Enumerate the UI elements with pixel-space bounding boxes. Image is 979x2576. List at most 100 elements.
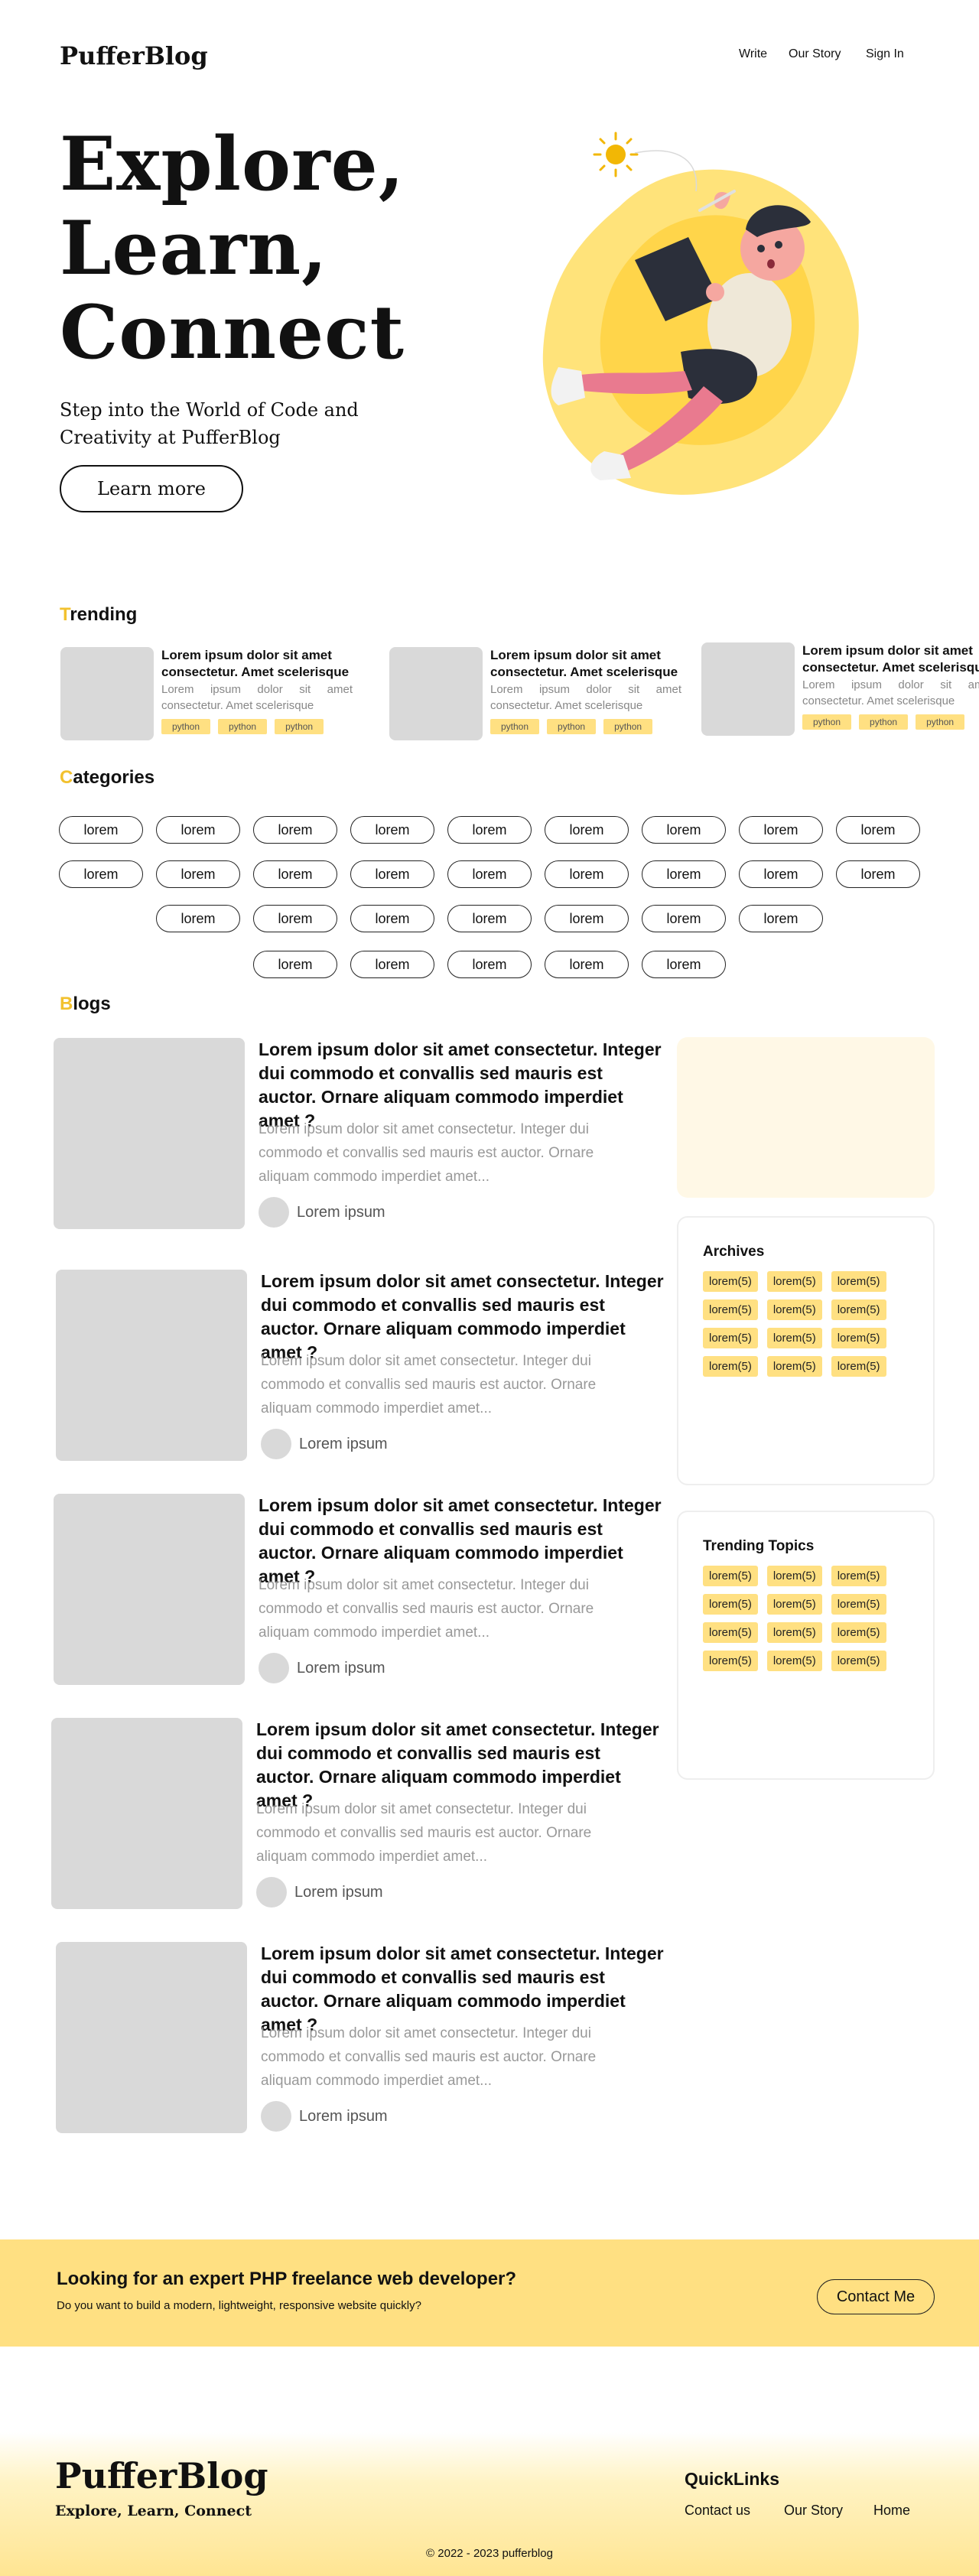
category-pill[interactable]: lorem: [253, 951, 337, 978]
archives-panel: Archives lorem(5) lorem(5) lorem(5) lore…: [677, 1216, 935, 1485]
category-pill[interactable]: lorem: [545, 905, 629, 932]
category-pill[interactable]: lorem: [59, 860, 143, 888]
topic-tag[interactable]: lorem(5): [831, 1566, 886, 1586]
tag-python[interactable]: python: [802, 714, 852, 730]
blog-thumbnail: [54, 1494, 245, 1685]
tag-python[interactable]: python: [916, 714, 965, 730]
blog-author[interactable]: Lorem ipsum: [259, 1197, 385, 1228]
category-pill[interactable]: lorem: [836, 860, 920, 888]
blog-thumbnail: [56, 1270, 247, 1461]
archive-tag[interactable]: lorem(5): [703, 1299, 758, 1320]
nav-write[interactable]: Write: [739, 47, 767, 61]
topic-tag[interactable]: lorem(5): [831, 1594, 886, 1615]
category-pill[interactable]: lorem: [642, 905, 726, 932]
category-pill[interactable]: lorem: [59, 816, 143, 844]
tag-python[interactable]: python: [859, 714, 909, 730]
archive-tag[interactable]: lorem(5): [831, 1356, 886, 1377]
archive-tag[interactable]: lorem(5): [703, 1328, 758, 1348]
category-pill[interactable]: lorem: [156, 860, 240, 888]
category-pill[interactable]: lorem: [156, 816, 240, 844]
hero-title-line: Connect: [60, 289, 405, 376]
trending-tags: python python python: [161, 719, 324, 734]
category-pill[interactable]: lorem: [642, 816, 726, 844]
site-logo[interactable]: PufferBlog: [60, 41, 208, 70]
category-pill[interactable]: lorem: [253, 860, 337, 888]
category-pill[interactable]: lorem: [156, 905, 240, 932]
archive-tag[interactable]: lorem(5): [831, 1299, 886, 1320]
archive-tag[interactable]: lorem(5): [703, 1271, 758, 1292]
trending-title[interactable]: Lorem ipsum dolor sit amet consectetur. …: [161, 647, 353, 681]
topic-tag[interactable]: lorem(5): [766, 1566, 822, 1586]
topic-tag[interactable]: lorem(5): [766, 1594, 822, 1615]
blog-card[interactable]: Lorem ipsum dolor sit amet consectetur. …: [56, 1270, 668, 1461]
topic-tag[interactable]: lorem(5): [831, 1622, 886, 1643]
archive-tag[interactable]: lorem(5): [703, 1356, 758, 1377]
category-pill[interactable]: lorem: [545, 860, 629, 888]
category-pill[interactable]: lorem: [447, 905, 532, 932]
category-pill[interactable]: lorem: [350, 816, 434, 844]
topic-tag[interactable]: lorem(5): [703, 1622, 758, 1643]
archive-tag[interactable]: lorem(5): [766, 1271, 822, 1292]
contact-me-button[interactable]: Contact Me: [817, 2279, 935, 2314]
learn-more-button[interactable]: Learn more: [60, 465, 243, 512]
category-pill[interactable]: lorem: [739, 905, 823, 932]
archive-tag[interactable]: lorem(5): [831, 1271, 886, 1292]
trending-title[interactable]: Lorem ipsum dolor sit amet consectetur. …: [490, 647, 681, 681]
tag-python[interactable]: python: [490, 719, 540, 734]
category-pill[interactable]: lorem: [350, 905, 434, 932]
tag-python[interactable]: python: [603, 719, 653, 734]
tag-python[interactable]: python: [218, 719, 268, 734]
heading-accent-letter: T: [60, 604, 70, 625]
category-pill[interactable]: lorem: [253, 816, 337, 844]
category-pill[interactable]: lorem: [253, 905, 337, 932]
archive-tag[interactable]: lorem(5): [831, 1328, 886, 1348]
nav-our-story[interactable]: Our Story: [789, 47, 841, 61]
archive-tag[interactable]: lorem(5): [766, 1356, 822, 1377]
blog-author[interactable]: Lorem ipsum: [261, 1429, 388, 1459]
category-pill[interactable]: lorem: [739, 816, 823, 844]
topic-tag[interactable]: lorem(5): [703, 1566, 758, 1586]
topic-tag[interactable]: lorem(5): [703, 1651, 758, 1671]
category-pill[interactable]: lorem: [447, 816, 532, 844]
tag-python[interactable]: python: [547, 719, 597, 734]
trending-title[interactable]: Lorem ipsum dolor sit amet consectetur. …: [802, 642, 979, 676]
hero-title-line: Explore,: [60, 121, 405, 207]
avatar: [256, 1877, 287, 1908]
category-pill[interactable]: lorem: [836, 816, 920, 844]
blog-card[interactable]: Lorem ipsum dolor sit amet consectetur. …: [51, 1718, 663, 1909]
category-pill[interactable]: lorem: [642, 951, 726, 978]
category-pill[interactable]: lorem: [642, 860, 726, 888]
category-pill[interactable]: lorem: [350, 951, 434, 978]
tag-python[interactable]: python: [161, 719, 211, 734]
category-pill[interactable]: lorem: [447, 951, 532, 978]
tag-python[interactable]: python: [275, 719, 324, 734]
footer-link-our-story[interactable]: Our Story: [784, 2503, 843, 2519]
avatar: [259, 1197, 289, 1228]
topic-tag[interactable]: lorem(5): [831, 1651, 886, 1671]
footer-logo[interactable]: PufferBlog: [55, 2455, 268, 2496]
blog-author[interactable]: Lorem ipsum: [256, 1877, 383, 1908]
hero-title: Explore, Learn, Connect: [60, 122, 405, 375]
category-pill[interactable]: lorem: [447, 860, 532, 888]
topic-tag[interactable]: lorem(5): [703, 1594, 758, 1615]
blog-card[interactable]: Lorem ipsum dolor sit amet consectetur. …: [56, 1942, 668, 2133]
archive-tag[interactable]: lorem(5): [766, 1299, 822, 1320]
category-pill[interactable]: lorem: [545, 816, 629, 844]
category-pill[interactable]: lorem: [739, 860, 823, 888]
trending-card[interactable]: Lorem ipsum dolor sit amet consectetur. …: [701, 642, 979, 742]
blog-card[interactable]: Lorem ipsum dolor sit amet consectetur. …: [54, 1038, 665, 1229]
quicklinks-title: QuickLinks: [685, 2469, 779, 2489]
category-pill[interactable]: lorem: [545, 951, 629, 978]
category-row: lorem lorem lorem lorem lorem lorem lore…: [0, 860, 979, 888]
category-pill[interactable]: lorem: [350, 860, 434, 888]
blog-author[interactable]: Lorem ipsum: [259, 1653, 385, 1683]
blog-author[interactable]: Lorem ipsum: [261, 2101, 388, 2132]
footer-link-home[interactable]: Home: [873, 2503, 910, 2519]
nav-sign-in[interactable]: Sign In: [866, 47, 904, 61]
topic-tag[interactable]: lorem(5): [766, 1651, 822, 1671]
footer-link-contact-us[interactable]: Contact us: [685, 2503, 750, 2519]
topic-tag[interactable]: lorem(5): [766, 1622, 822, 1643]
trending-topics-tags: lorem(5) lorem(5) lorem(5) lorem(5) lore…: [703, 1566, 909, 1671]
blog-card[interactable]: Lorem ipsum dolor sit amet consectetur. …: [54, 1494, 665, 1685]
archive-tag[interactable]: lorem(5): [766, 1328, 822, 1348]
